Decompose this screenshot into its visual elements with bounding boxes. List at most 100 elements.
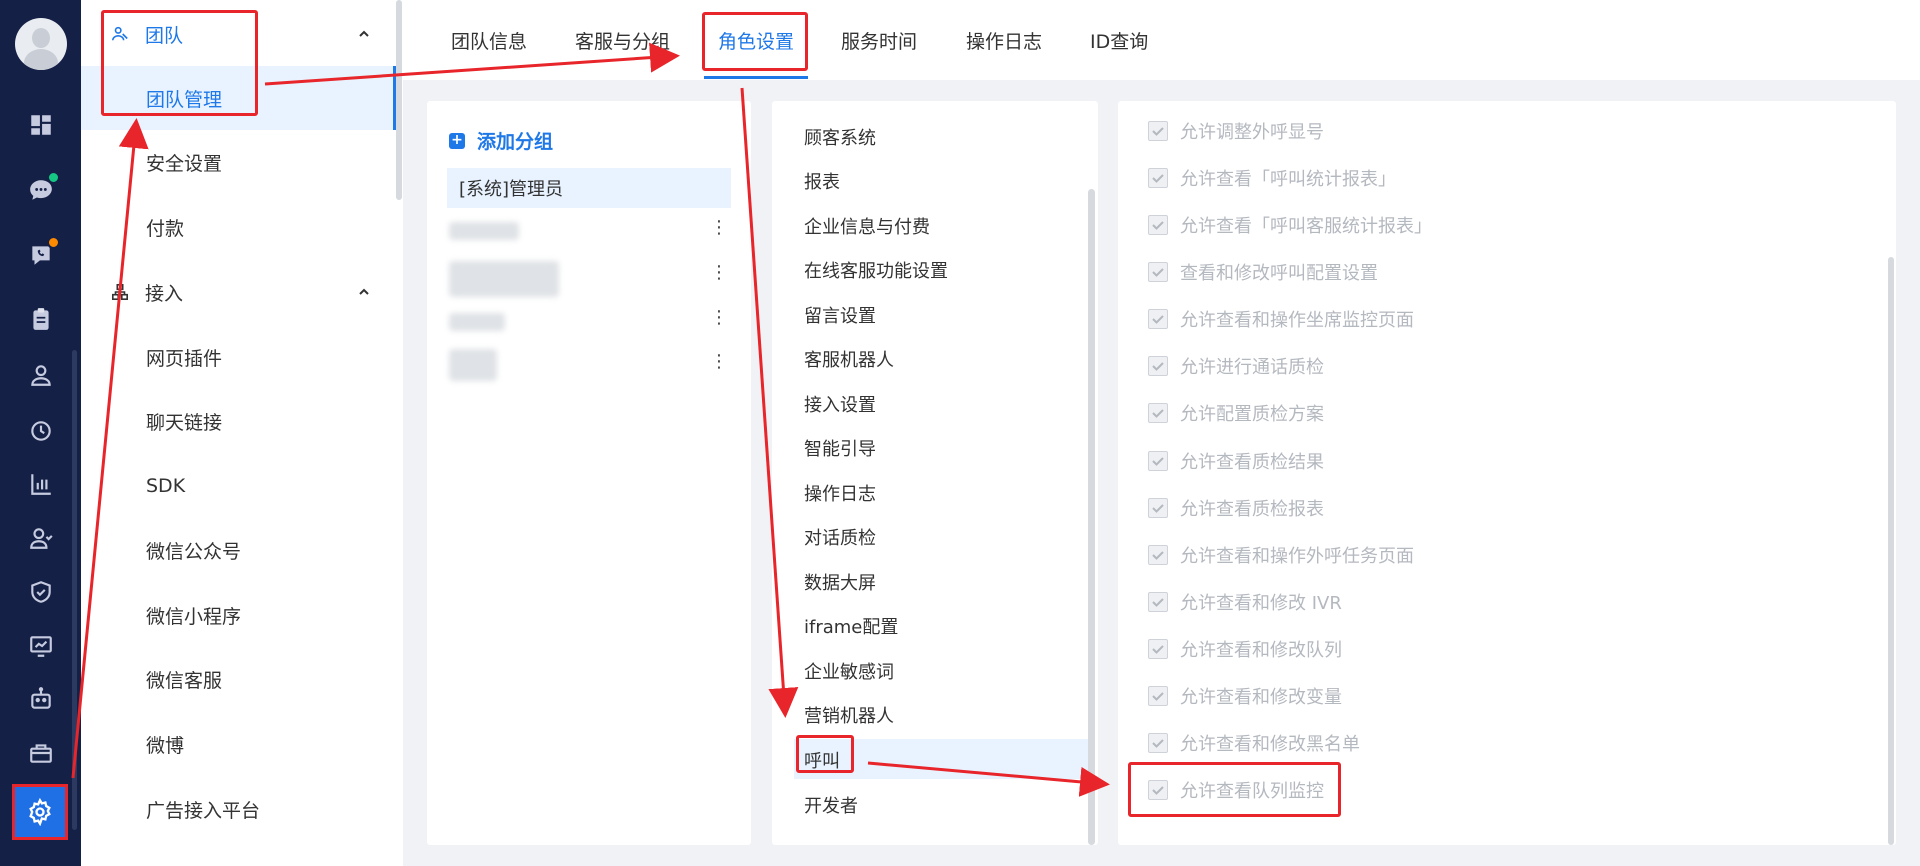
avatar[interactable] <box>15 18 67 70</box>
chat-icon[interactable] <box>24 171 60 207</box>
permission-item[interactable]: 允许查看和修改变量 <box>1148 683 1342 709</box>
module-item[interactable]: 数据大屏 <box>804 569 876 595</box>
check-icon <box>1152 457 1164 466</box>
dashboard-icon[interactable] <box>24 108 58 142</box>
permission-item[interactable]: 允许查看「呼叫客服统计报表」 <box>1148 212 1432 238</box>
blurred-role-name <box>449 222 519 240</box>
clipboard-icon[interactable] <box>24 302 58 336</box>
check-icon <box>1152 739 1164 748</box>
module-item[interactable]: 客服机器人 <box>804 346 894 372</box>
module-item[interactable]: 留言设置 <box>804 302 876 328</box>
module-item[interactable]: 操作日志 <box>804 480 876 506</box>
chevron-up-icon <box>357 282 371 304</box>
check-icon <box>1152 362 1164 371</box>
check-icon <box>1152 268 1164 277</box>
module-item[interactable]: 营销机器人 <box>804 702 894 728</box>
plus-icon: + <box>449 132 465 149</box>
blurred-role-name <box>449 261 559 297</box>
nav-item-weibo[interactable]: 微博 <box>81 712 394 776</box>
permission-item[interactable]: 允许调整外呼显号 <box>1148 118 1324 144</box>
stats-icon[interactable] <box>24 467 58 501</box>
add-group-label: 添加分组 <box>477 131 554 153</box>
team-icon[interactable] <box>24 521 58 555</box>
permission-item[interactable]: 允许查看「呼叫统计报表」 <box>1148 165 1396 191</box>
nav-item-wechat-miniprogram[interactable]: 微信小程序 <box>81 583 394 647</box>
module-item[interactable]: 企业敏感词 <box>804 658 894 684</box>
more-icon[interactable]: ⋮ <box>710 219 728 237</box>
nav-group-access[interactable]: 接入 <box>81 260 403 324</box>
module-item[interactable]: iframe配置 <box>804 613 898 639</box>
more-icon[interactable]: ⋮ <box>710 309 728 327</box>
checkbox[interactable] <box>1148 215 1168 235</box>
tab-id-lookup[interactable]: ID查询 <box>1090 0 1148 80</box>
history-icon[interactable] <box>24 414 58 448</box>
module-item[interactable]: 顾客系统 <box>804 124 876 150</box>
checkbox[interactable] <box>1148 262 1168 282</box>
module-item[interactable]: 报表 <box>804 168 840 194</box>
module-item[interactable]: 在线客服功能设置 <box>804 257 948 283</box>
permission-scrollbar[interactable] <box>1888 257 1894 845</box>
call-icon[interactable] <box>24 236 60 272</box>
add-group-button[interactable]: + 添加分组 <box>449 127 553 154</box>
permission-item[interactable]: 允许配置质检方案 <box>1148 400 1324 426</box>
permission-label: 查看和修改呼叫配置设置 <box>1180 263 1378 284</box>
checkbox[interactable] <box>1148 592 1168 612</box>
module-item[interactable]: 企业信息与付费 <box>804 213 930 239</box>
checkbox[interactable] <box>1148 545 1168 565</box>
tab-service-hours[interactable]: 服务时间 <box>841 0 917 80</box>
role-row-admin[interactable]: [系统]管理员 <box>447 168 731 208</box>
permission-item[interactable]: 允许进行通话质检 <box>1148 353 1324 379</box>
tab-team-info[interactable]: 团队信息 <box>451 0 527 80</box>
checkbox[interactable] <box>1148 356 1168 376</box>
permission-item[interactable]: 允许查看和修改 IVR <box>1148 589 1342 615</box>
permission-label: 允许查看和修改变量 <box>1180 687 1342 708</box>
check-icon <box>1152 504 1164 513</box>
checkbox[interactable] <box>1148 451 1168 471</box>
permission-item[interactable]: 允许查看和操作坐席监控页面 <box>1148 306 1414 332</box>
module-scrollbar[interactable] <box>1088 189 1095 845</box>
permission-item[interactable]: 查看和修改呼叫配置设置 <box>1148 259 1378 285</box>
robot-icon[interactable] <box>24 682 58 716</box>
more-icon[interactable]: ⋮ <box>710 353 728 371</box>
module-item[interactable]: 接入设置 <box>804 391 876 417</box>
shield-icon[interactable] <box>24 575 58 609</box>
permission-item[interactable]: 允许查看和修改黑名单 <box>1148 730 1360 756</box>
nav-item-payment[interactable]: 付款 <box>81 195 394 259</box>
check-icon <box>1152 174 1164 183</box>
checkbox[interactable] <box>1148 309 1168 329</box>
checkbox[interactable] <box>1148 639 1168 659</box>
permission-label: 允许查看质检报表 <box>1180 499 1324 520</box>
checkbox[interactable] <box>1148 686 1168 706</box>
permission-item[interactable]: 允许查看和操作外呼任务页面 <box>1148 542 1414 568</box>
monitor-icon[interactable] <box>24 629 58 663</box>
tab-agents-groups[interactable]: 客服与分组 <box>575 0 670 80</box>
user-icon[interactable] <box>24 358 58 392</box>
nav-item-web-plugin[interactable]: 网页插件 <box>81 325 394 389</box>
nav-item-ad-platform[interactable]: 广告接入平台 <box>81 777 394 841</box>
checkbox[interactable] <box>1148 168 1168 188</box>
rail-scrollbar[interactable] <box>72 350 77 830</box>
checkbox[interactable] <box>1148 733 1168 753</box>
module-item[interactable]: 开发者 <box>804 792 858 818</box>
checkbox[interactable] <box>1148 498 1168 518</box>
nav-item-wechat-official[interactable]: 微信公众号 <box>81 518 394 582</box>
permission-label: 允许查看和操作坐席监控页面 <box>1180 310 1414 331</box>
nav-item-chat-link[interactable]: 聊天链接 <box>81 389 394 453</box>
tab-operation-log[interactable]: 操作日志 <box>966 0 1042 80</box>
nav-item-security[interactable]: 安全设置 <box>81 130 394 194</box>
module-item[interactable]: 智能引导 <box>804 435 876 461</box>
annotation-box-role-tab <box>702 12 808 71</box>
marketing-icon[interactable] <box>24 736 58 770</box>
nav-item-sdk[interactable]: SDK <box>81 454 394 518</box>
checkbox[interactable] <box>1148 121 1168 141</box>
settings-button[interactable] <box>12 784 68 840</box>
permission-label: 允许查看质检结果 <box>1180 452 1324 473</box>
more-icon[interactable]: ⋮ <box>710 264 728 282</box>
nav-item-wechat-service[interactable]: 微信客服 <box>81 647 394 711</box>
module-item[interactable]: 对话质检 <box>804 524 876 550</box>
checkbox[interactable] <box>1148 403 1168 423</box>
gear-icon <box>29 798 51 826</box>
permission-item[interactable]: 允许查看质检报表 <box>1148 495 1324 521</box>
permission-item[interactable]: 允许查看质检结果 <box>1148 448 1324 474</box>
permission-item[interactable]: 允许查看和修改队列 <box>1148 636 1342 662</box>
